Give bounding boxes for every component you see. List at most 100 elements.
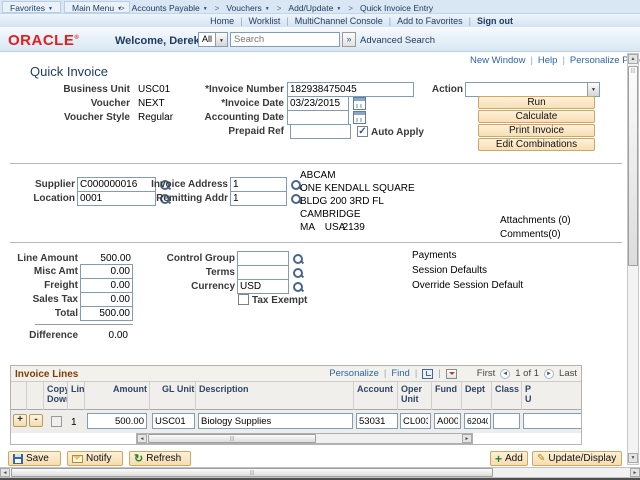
menu-favorites[interactable]: Favorites	[2, 1, 61, 13]
copy-down-checkbox[interactable]	[51, 416, 62, 427]
row-amount-input[interactable]	[87, 413, 147, 429]
row-account-input[interactable]	[356, 413, 398, 429]
page-hscrollbar-thumb[interactable]	[11, 468, 493, 477]
currency-lookup-icon[interactable]	[292, 281, 304, 293]
delete-row-button[interactable]: -	[29, 414, 43, 427]
currency-input[interactable]	[237, 279, 289, 294]
search-scope-dropdown-icon[interactable]	[215, 33, 227, 46]
row-fund-input[interactable]	[434, 413, 461, 429]
invoice-number-input[interactable]	[287, 82, 414, 97]
sales-tax-input[interactable]	[80, 292, 133, 307]
page-vscrollbar-thumb[interactable]	[628, 66, 638, 266]
row-class-input[interactable]	[493, 413, 520, 429]
link-add-to-favorites[interactable]: Add to Favorites	[397, 16, 463, 26]
refresh-button[interactable]: ↻ Refresh	[129, 451, 191, 466]
grid-find-link[interactable]: Find	[391, 368, 409, 379]
difference-label: Difference	[0, 330, 78, 341]
link-home[interactable]: Home	[210, 16, 234, 26]
column-amount: Amount	[85, 382, 150, 410]
notify-button[interactable]: Notify	[67, 451, 123, 466]
grid-data-row: + - 1	[11, 410, 581, 433]
download-grid-icon[interactable]	[446, 369, 457, 379]
session-defaults-link[interactable]: Session Defaults	[412, 265, 487, 276]
run-button[interactable]: Run	[478, 96, 595, 109]
pager-next-icon[interactable]	[544, 369, 554, 379]
pager-last-label[interactable]: Last	[559, 368, 577, 379]
add-icon: +	[495, 454, 502, 464]
link-worklist[interactable]: Worklist	[249, 16, 281, 26]
search-scope-select[interactable]: All	[198, 32, 228, 47]
misc-amt-input[interactable]	[80, 264, 133, 279]
pager-first-label[interactable]: First	[477, 368, 495, 379]
difference-value: 0.00	[80, 330, 128, 341]
terms-input[interactable]	[237, 265, 289, 280]
breadcrumb-separator: >	[348, 4, 353, 13]
print-invoice-button[interactable]: Print Invoice	[478, 124, 595, 137]
invoice-address-input[interactable]	[230, 177, 287, 192]
comments-link[interactable]: Comments(0)	[500, 229, 561, 240]
control-group-lookup-icon[interactable]	[292, 253, 304, 265]
link-multichannel-console[interactable]: MultiChannel Console	[295, 16, 383, 26]
new-window-link[interactable]: New Window	[470, 55, 525, 66]
total-input[interactable]	[80, 306, 133, 321]
page-vertical-scrollbar[interactable]: ▲ ▼	[627, 53, 639, 465]
pager-previous-icon[interactable]	[500, 369, 510, 379]
search-go-button[interactable]: »	[342, 32, 356, 47]
column-account: Account	[354, 382, 398, 410]
advanced-search-link[interactable]: Advanced Search	[360, 35, 435, 46]
terms-lookup-icon[interactable]	[292, 267, 304, 279]
link-sign-out[interactable]: Sign out	[477, 16, 513, 26]
section-divider	[10, 242, 622, 243]
save-icon	[13, 454, 23, 464]
currency-label: Currency	[135, 281, 235, 292]
remitting-addr-input[interactable]	[230, 191, 287, 206]
grid-scrollbar-thumb[interactable]	[148, 434, 316, 443]
action-dropdown-icon[interactable]	[587, 83, 599, 96]
grid-personalize-link[interactable]: Personalize	[329, 368, 379, 379]
accounting-date-calendar-icon[interactable]	[353, 111, 366, 124]
oracle-logo: ORACLE®	[8, 32, 79, 49]
save-button[interactable]: Save	[8, 451, 61, 466]
calculate-button[interactable]: Calculate	[478, 110, 595, 123]
view-all-icon[interactable]	[422, 369, 433, 379]
update-display-button[interactable]: ✎ Update/Display	[532, 451, 622, 466]
grid-header-bar: Invoice Lines Personalize | Find | | Fir…	[11, 366, 581, 382]
row-gl-unit-input[interactable]	[152, 413, 195, 429]
portal-links-bar: Home | Worklist | MultiChannel Console |…	[0, 14, 640, 27]
control-group-input[interactable]	[237, 251, 289, 266]
page-horizontal-scrollbar[interactable]: ◄ ►	[0, 467, 640, 478]
grid-horizontal-scrollbar[interactable]: ◄ ►	[136, 433, 473, 444]
action-label: Action	[404, 84, 463, 95]
invoice-date-calendar-icon[interactable]	[353, 97, 366, 110]
auto-apply-checkbox[interactable]	[357, 126, 368, 137]
help-link[interactable]: Help	[538, 55, 558, 66]
add-row-button[interactable]: +	[13, 414, 27, 427]
address-line: ABCAM	[300, 169, 415, 182]
action-select[interactable]	[465, 82, 600, 97]
breadcrumb-add-update[interactable]: Add/Update	[288, 3, 341, 13]
accounting-date-input[interactable]	[287, 110, 349, 125]
control-group-label: Control Group	[135, 253, 235, 264]
row-pc-unit-input[interactable]	[523, 413, 582, 429]
breadcrumb-vouchers[interactable]: Vouchers	[226, 3, 269, 13]
edit-combinations-button[interactable]: Edit Combinations	[478, 138, 595, 151]
invoice-address-label: Invoice Address	[120, 179, 228, 190]
row-dept-input[interactable]	[464, 413, 491, 429]
freight-input[interactable]	[80, 278, 133, 293]
accounting-date-label: Accounting Date	[154, 112, 284, 123]
row-oper-unit-input[interactable]	[400, 413, 431, 429]
supplier-label: Supplier	[0, 179, 75, 190]
invoice-date-label: *Invoice Date	[154, 98, 284, 109]
invoice-date-input[interactable]	[287, 96, 349, 111]
attachments-link[interactable]: Attachments (0)	[500, 215, 571, 226]
address-line: ONE KENDALL SQUARE	[300, 182, 415, 195]
row-description-input[interactable]	[198, 413, 353, 429]
invoice-lines-grid: Invoice Lines Personalize | Find | | Fir…	[10, 365, 582, 445]
add-button[interactable]: + Add	[490, 451, 528, 466]
tax-exempt-checkbox[interactable]	[238, 294, 249, 305]
search-input[interactable]	[230, 32, 340, 47]
payments-link[interactable]: Payments	[412, 250, 456, 261]
override-session-default-link[interactable]: Override Session Default	[412, 280, 523, 291]
breadcrumb-accounts-payable[interactable]: Accounts Payable	[132, 3, 208, 13]
prepaid-ref-input[interactable]	[290, 124, 351, 139]
